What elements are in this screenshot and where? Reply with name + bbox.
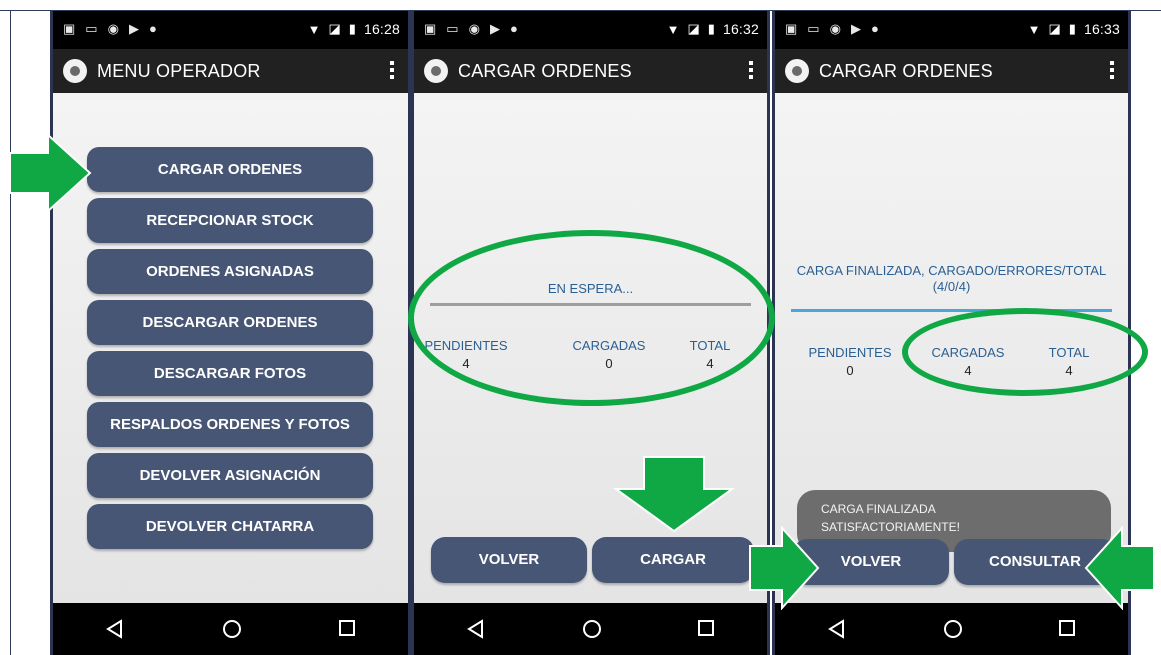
app-logo-icon [785, 59, 809, 83]
screenshot-icon: ▣ [785, 21, 798, 36]
status-time: 16:33 [1083, 21, 1120, 37]
status-time: 16:28 [363, 21, 400, 37]
wifi-icon: ▼ [666, 21, 680, 37]
wifi-icon: ▼ [307, 21, 321, 37]
battery-icon: ▮ [707, 21, 715, 36]
sync-icon: ◉ [107, 21, 119, 36]
sync-icon: ◉ [468, 21, 480, 36]
android-icon: ● [870, 21, 879, 36]
overflow-menu-icon[interactable] [749, 61, 753, 81]
status-icons-right: ▼ ◪ ▮ 16:28 [308, 21, 400, 37]
cargar-ordenes-button[interactable]: CARGAR ORDENES [87, 147, 373, 192]
green-arrow-right-icon [9, 132, 92, 214]
android-icon: ● [148, 21, 157, 36]
status-icons-left: ▣ ▭ ◉ ▶ ● [63, 21, 157, 37]
overflow-menu-icon[interactable] [1110, 61, 1114, 81]
app-logo-icon [63, 59, 87, 83]
play-store-icon: ▶ [489, 21, 500, 36]
home-icon[interactable] [222, 619, 242, 639]
highlight-ellipse-stats [408, 230, 775, 406]
no-sim-icon: ◪ [328, 21, 341, 36]
android-icon: ● [509, 21, 518, 36]
nav-bar [414, 603, 767, 655]
nav-bar [53, 603, 408, 655]
highlight-ellipse-cargadas-total [902, 308, 1148, 396]
wifi-icon: ▼ [1027, 21, 1041, 37]
screen: ▣ ▭ ◉ ▶ ● ▼ ◪ ▮ 16:28 MENU OPERADOR CARG… [53, 11, 408, 655]
image-icon: ▭ [85, 21, 98, 36]
recent-apps-icon[interactable] [338, 619, 356, 637]
status-bar: ▣ ▭ ◉ ▶ ● ▼ ◪ ▮ 16:32 [414, 11, 767, 49]
sync-icon: ◉ [829, 21, 841, 36]
volver-button[interactable]: VOLVER [431, 537, 587, 583]
descargar-fotos-button[interactable]: DESCARGAR FOTOS [87, 351, 373, 396]
screenshot-icon: ▣ [63, 21, 76, 36]
pendientes-label: PENDIENTES [808, 345, 892, 360]
play-store-icon: ▶ [128, 21, 139, 36]
toast-line2: SATISFACTORIAMENTE! [821, 520, 960, 534]
cargar-button[interactable]: CARGAR [592, 537, 754, 583]
ordenes-asignadas-button[interactable]: ORDENES ASIGNADAS [87, 249, 373, 294]
home-icon[interactable] [582, 619, 602, 639]
menu-content: CARGAR ORDENES RECEPCIONAR STOCK ORDENES… [53, 93, 408, 603]
phone-screen-menu: ▣ ▭ ◉ ▶ ● ▼ ◪ ▮ 16:28 MENU OPERADOR CARG… [50, 11, 411, 655]
recepcionar-stock-button[interactable]: RECEPCIONAR STOCK [87, 198, 373, 243]
status-text-line2: (4/0/4) [932, 279, 971, 294]
battery-icon: ▮ [348, 21, 356, 36]
app-bar: MENU OPERADOR [53, 49, 408, 93]
devolver-asignacion-button[interactable]: DEVOLVER ASIGNACIÓN [87, 453, 373, 498]
toast-line1: CARGA FINALIZADA [821, 502, 936, 516]
status-icons-right: ▼ ◪ ▮ 16:33 [1028, 21, 1120, 37]
image-icon: ▭ [446, 21, 459, 36]
app-title: CARGAR ORDENES [819, 61, 993, 81]
status-bar: ▣ ▭ ◉ ▶ ● ▼ ◪ ▮ 16:28 [53, 11, 408, 49]
battery-icon: ▮ [1068, 21, 1076, 36]
no-sim-icon: ◪ [687, 21, 700, 36]
nav-bar [775, 603, 1128, 655]
home-icon[interactable] [943, 619, 963, 639]
status-time: 16:32 [722, 21, 759, 37]
respaldos-ordenes-fotos-button[interactable]: RESPALDOS ORDENES Y FOTOS [87, 402, 373, 447]
overflow-menu-icon[interactable] [390, 61, 394, 81]
app-bar: CARGAR ORDENES [414, 49, 767, 93]
recent-apps-icon[interactable] [1058, 619, 1076, 637]
frame-left-line [10, 10, 11, 655]
no-sim-icon: ◪ [1048, 21, 1061, 36]
status-icons-left: ▣ ▭ ◉ ▶ ● [785, 21, 879, 37]
recent-apps-icon[interactable] [697, 619, 715, 637]
devolver-chatarra-button[interactable]: DEVOLVER CHATARRA [87, 504, 373, 549]
green-arrow-right-icon [749, 526, 820, 610]
descargar-ordenes-button[interactable]: DESCARGAR ORDENES [87, 300, 373, 345]
screenshot-icon: ▣ [424, 21, 437, 36]
green-arrow-left-icon [1084, 526, 1155, 610]
play-store-icon: ▶ [850, 21, 861, 36]
green-arrow-down-icon [612, 456, 736, 533]
pendientes-value: 0 [846, 363, 854, 378]
app-logo-icon [424, 59, 448, 83]
app-title: CARGAR ORDENES [458, 61, 632, 81]
status-text-line1: CARGA FINALIZADA, CARGADO/ERRORES/TOTAL [796, 263, 1107, 278]
status-bar: ▣ ▭ ◉ ▶ ● ▼ ◪ ▮ 16:33 [775, 11, 1128, 49]
status-icons-left: ▣ ▭ ◉ ▶ ● [424, 21, 518, 37]
app-title: MENU OPERADOR [97, 61, 261, 81]
image-icon: ▭ [807, 21, 820, 36]
app-bar: CARGAR ORDENES [775, 49, 1128, 93]
status-icons-right: ▼ ◪ ▮ 16:32 [667, 21, 759, 37]
